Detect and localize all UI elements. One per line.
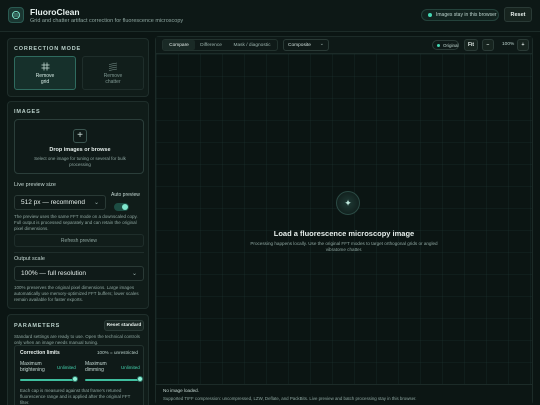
grid-icon: [41, 62, 49, 70]
original-toggle-label: Original: [443, 42, 459, 48]
chevron-down-icon: ⌄: [319, 41, 324, 47]
privacy-badge: Images stay in this browser: [421, 9, 499, 21]
correction-limits-box: Correction limits 100% = unrestricted Ma…: [14, 345, 144, 405]
app-subtitle: Grid and chatter artifact correction for…: [30, 18, 184, 24]
limits-help-text: Each cap is measured against that frame'…: [20, 388, 131, 405]
limits-title: Correction limits: [20, 350, 60, 356]
original-toggle[interactable]: Original: [432, 40, 459, 50]
status-support-note: Supported TIFF compression: uncompressed…: [163, 396, 417, 401]
app-title: FluoroClean: [30, 7, 80, 17]
refresh-preview-button[interactable]: Refresh preview: [14, 234, 144, 247]
tab-compare[interactable]: Compare: [163, 40, 195, 50]
remove-chatter-option[interactable]: Remove chatter: [82, 56, 144, 90]
toggle-dot-icon: [437, 43, 440, 47]
parameters-title: PARAMETERS: [14, 323, 61, 329]
output-scale-select[interactable]: 100% — full resolution ⌄: [14, 266, 144, 281]
live-preview-size-label: Live preview size: [14, 182, 56, 188]
chevron-down-icon: ⌄: [131, 271, 137, 277]
reset-standard-button[interactable]: Reset standard: [104, 320, 144, 331]
divider: [14, 252, 144, 253]
composite-select[interactable]: Composite ⌄: [283, 39, 329, 51]
add-image-icon: +: [73, 129, 87, 143]
app-logo-icon: [8, 7, 24, 23]
auto-preview-toggle[interactable]: [114, 203, 129, 211]
image-dropzone[interactable]: + Drop images or browse Select one image…: [14, 119, 144, 174]
status-dot-icon: [428, 13, 432, 17]
viewer-panel: Compare Difference Mask / diagnostic Com…: [155, 36, 533, 405]
viewer-toolbar: Compare Difference Mask / diagnostic Com…: [156, 37, 532, 54]
output-scale-label: Output scale: [14, 256, 45, 262]
max-brightening-slider-handle[interactable]: [72, 376, 78, 382]
tab-mask-diagnostic[interactable]: Mask / diagnostic: [227, 40, 277, 50]
empty-state-description: Processing happens locally. Use the orig…: [250, 241, 438, 252]
output-scale-value: 100% — full resolution: [21, 270, 87, 277]
correction-mode-title: CORRECTION MODE: [14, 46, 81, 52]
remove-chatter-line2: chatter: [105, 78, 121, 85]
view-mode-tabs: Compare Difference Mask / diagnostic: [162, 39, 278, 51]
toggle-knob: [122, 204, 128, 210]
status-bar: No image loaded. Supported TIFF compress…: [156, 384, 532, 405]
reset-button[interactable]: Reset: [504, 7, 532, 22]
correction-mode-panel: CORRECTION MODE Remove grid Remove chatt…: [7, 38, 149, 97]
max-brightening-label: Maximum brightening: [20, 361, 45, 373]
remove-grid-option[interactable]: Remove grid: [14, 56, 76, 90]
chatter-icon: [108, 62, 118, 71]
live-preview-size-select[interactable]: 512 px — recommend ⌄: [14, 195, 106, 210]
dropzone-title: Drop images or browse: [49, 147, 111, 153]
status-message: No image loaded.: [163, 388, 200, 393]
parameters-panel: PARAMETERS Reset standard Standard setti…: [7, 314, 149, 405]
tab-difference[interactable]: Difference: [195, 40, 227, 50]
max-brightening-value: Unlimited: [57, 365, 76, 370]
max-dimming-slider-handle[interactable]: [137, 376, 143, 382]
max-dimming-slider[interactable]: [85, 379, 141, 381]
limits-note: 100% = unrestricted: [97, 350, 138, 355]
live-preview-size-value: 512 px — recommend: [21, 199, 85, 206]
max-dimming-value: Unlimited: [121, 365, 140, 370]
auto-preview-label: Auto preview: [111, 192, 140, 198]
zoom-level: 100%: [502, 42, 515, 47]
dropzone-description: Select one image for tuning or several f…: [34, 156, 126, 167]
image-canvas[interactable]: ✦ Load a fluorescence microscopy image P…: [156, 54, 532, 384]
composite-select-value: Composite: [288, 42, 311, 48]
images-title: IMAGES: [14, 109, 41, 115]
zoom-out-button[interactable]: −: [482, 39, 494, 51]
privacy-badge-label: Images stay in this browser: [436, 12, 497, 18]
fit-button[interactable]: Fit: [464, 39, 478, 51]
sparkle-icon: ✦: [336, 191, 360, 215]
remove-grid-line2: grid: [40, 78, 50, 85]
zoom-in-button[interactable]: +: [517, 39, 529, 51]
app-header: FluoroClean Grid and chatter artifact co…: [0, 0, 540, 32]
max-dimming-label: Maximum dimming: [85, 361, 107, 373]
images-panel: IMAGES + Drop images or browse Select on…: [7, 101, 149, 309]
empty-state-title: Load a fluorescence microscopy image: [273, 229, 415, 238]
chevron-down-icon: ⌄: [93, 200, 99, 206]
output-help-text: 100% preserves the original pixel dimens…: [14, 285, 139, 302]
max-brightening-slider[interactable]: [20, 379, 76, 381]
preview-help-text: The preview uses the same FFT mode on a …: [14, 214, 138, 231]
